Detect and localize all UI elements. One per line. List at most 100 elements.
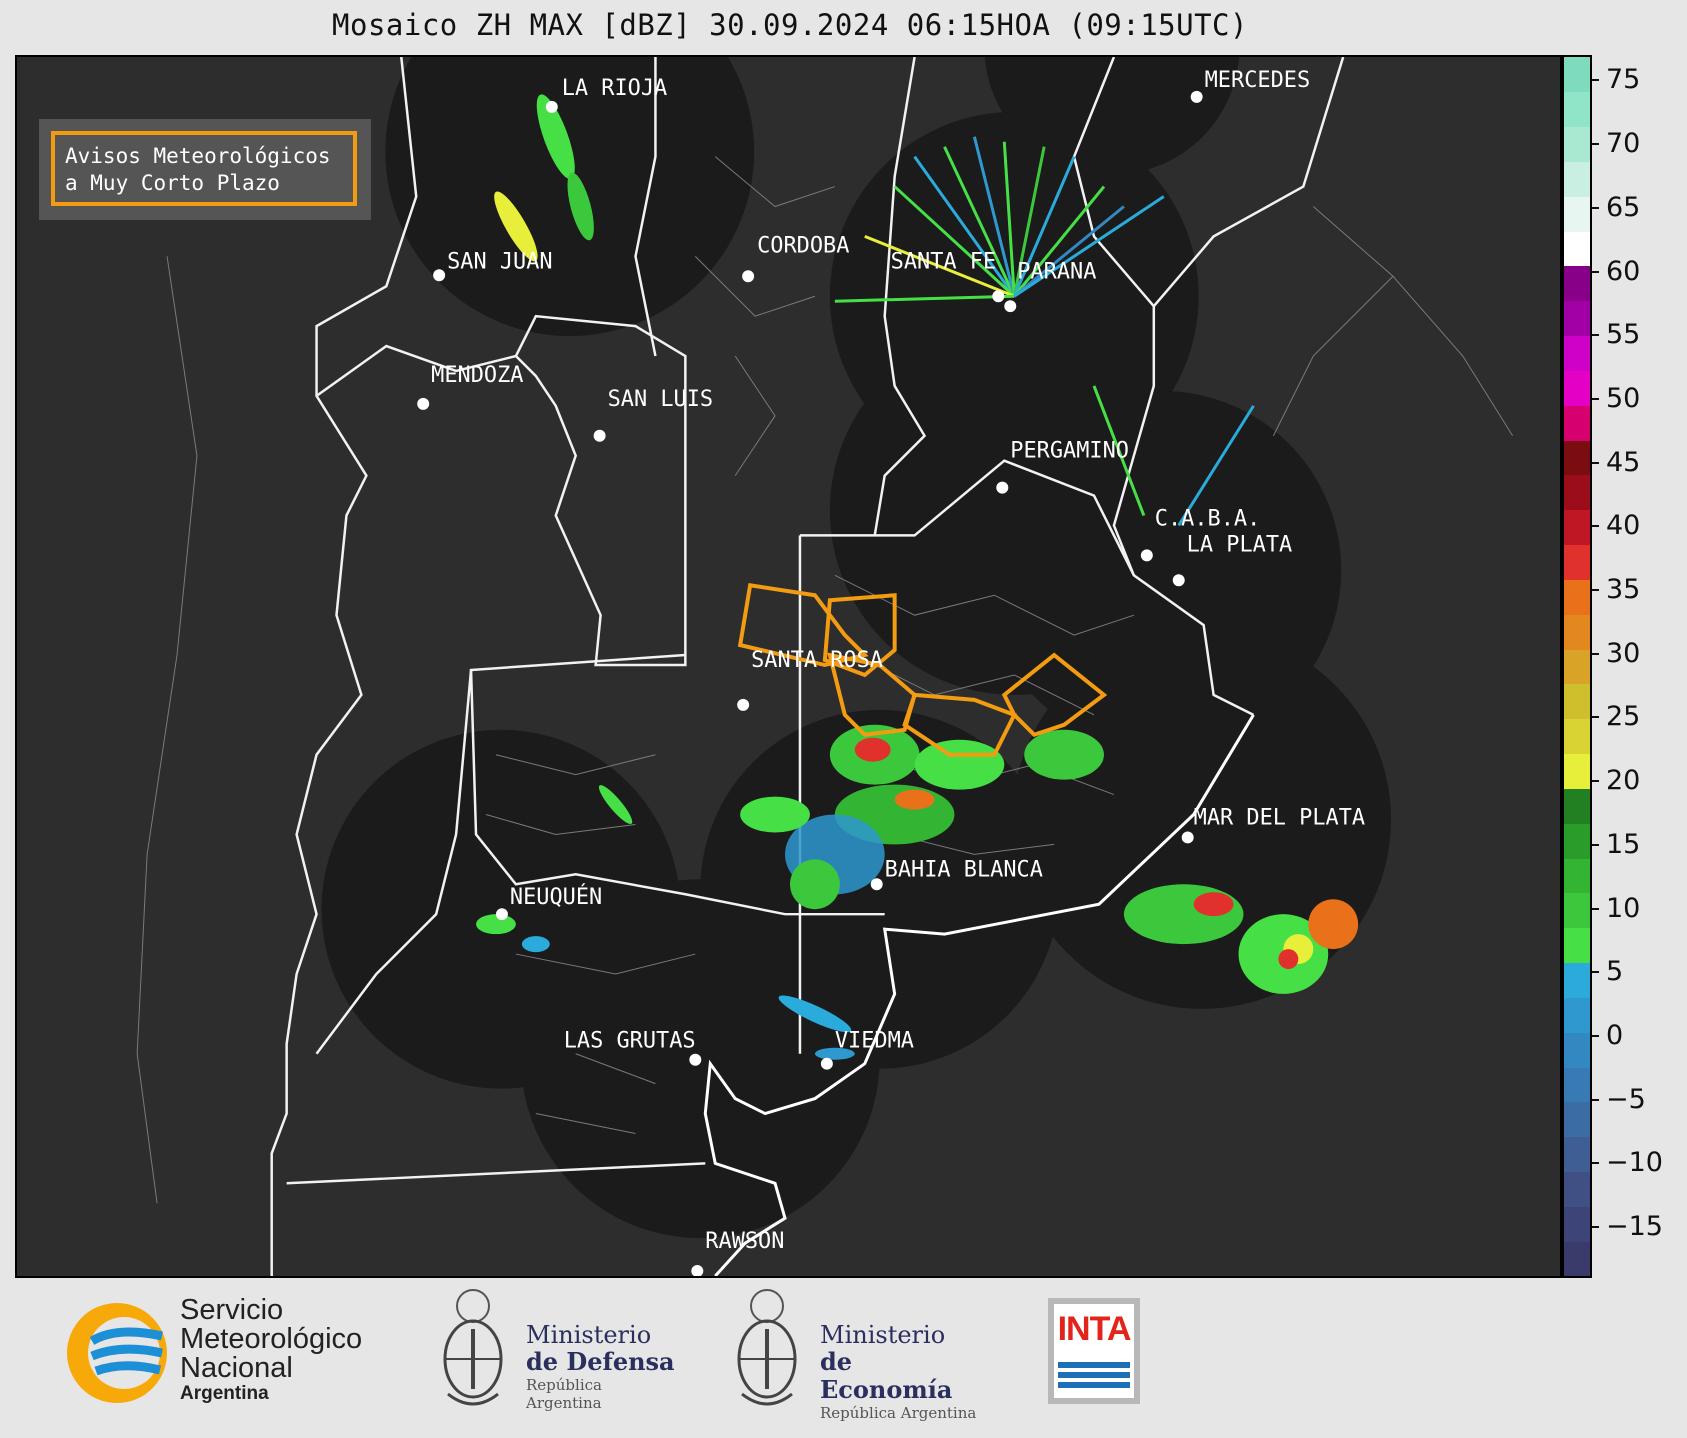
colorbar-ticks: 75 70 65 60 55 50 45 40 35 30 25 20 15 10 5 0 −5 −10 −15 <box>1592 55 1687 1278</box>
colorbar-tick: 20 <box>1592 766 1687 796</box>
colorbar-segment <box>1564 858 1590 894</box>
colorbar-segment <box>1564 579 1590 615</box>
colorbar-tick: 25 <box>1592 702 1687 732</box>
colorbar-segment <box>1564 405 1590 441</box>
colorbar-segment <box>1564 1206 1590 1242</box>
map-canvas: LA RIOJA MERCEDES SAN JUAN CORDOBA SANTA… <box>136 57 1514 1276</box>
svg-text:BAHIA BLANCA: BAHIA BLANCA <box>885 857 1043 882</box>
colorbar-segment <box>1564 509 1590 546</box>
svg-text:MAR DEL PLATA: MAR DEL PLATA <box>1194 805 1365 830</box>
svg-text:SANTA FE: SANTA FE <box>891 249 997 274</box>
svg-text:VIEDMA: VIEDMA <box>835 1029 914 1054</box>
legend-line-2: a Muy Corto Plazo <box>65 171 280 195</box>
colorbar-tick: 70 <box>1592 129 1687 159</box>
economia-line-3: República Argentina <box>820 1404 977 1422</box>
colorbar-tick: −15 <box>1592 1212 1687 1242</box>
smn-line-4: Argentina <box>180 1383 269 1404</box>
colorbar-segment <box>1564 927 1590 964</box>
warning-legend: Avisos Meteorológicos a Muy Corto Plazo <box>51 131 357 206</box>
colorbar-segment <box>1564 196 1590 232</box>
colorbar-segment <box>1564 683 1590 720</box>
colorbar-segment <box>1564 892 1590 929</box>
colorbar-segment <box>1564 1171 1590 1207</box>
economia-line-1: Ministerio <box>820 1321 946 1349</box>
svg-text:NEUQUÉN: NEUQUÉN <box>510 884 602 910</box>
svg-text:PERGAMINO: PERGAMINO <box>1010 439 1129 464</box>
city-mendoza: MENDOZA <box>417 363 524 410</box>
colorbar-segment <box>1564 1032 1590 1068</box>
city-rawson: RAWSON <box>691 1229 784 1276</box>
colorbar-segment <box>1564 126 1590 162</box>
svg-text:PARANA: PARANA <box>1017 259 1096 284</box>
colorbar-tick: 35 <box>1592 575 1687 605</box>
svg-text:LA RIOJA: LA RIOJA <box>562 76 668 101</box>
city-santa-rosa: SANTA ROSA <box>737 648 883 711</box>
colorbar-segment <box>1564 753 1590 789</box>
colorbar-segment <box>1564 57 1590 93</box>
smn-line-2: Meteorológico <box>180 1323 363 1355</box>
colorbar-segment <box>1564 440 1590 476</box>
colorbar-segment <box>1564 788 1590 824</box>
dbz-colorbar <box>1562 55 1592 1278</box>
colorbar-tick: 15 <box>1592 829 1687 860</box>
colorbar-tick: 50 <box>1592 383 1687 414</box>
defensa-line-2: de Defensa <box>526 1347 675 1376</box>
colorbar-tick: 65 <box>1592 192 1687 223</box>
warning-legend-box: Avisos Meteorológicos a Muy Corto Plazo <box>39 119 371 220</box>
colorbar-segment <box>1564 231 1590 267</box>
colorbar-segment <box>1564 718 1590 755</box>
colorbar-segment <box>1564 997 1590 1033</box>
colorbar-segment <box>1564 161 1590 197</box>
inta-logo: INTA <box>1048 1298 1140 1404</box>
svg-text:CORDOBA: CORDOBA <box>757 233 849 258</box>
defensa-line-3: República Argentina <box>526 1376 602 1412</box>
argentina-coat-of-arms-icon <box>737 1289 797 1406</box>
svg-text:LAS GRUTAS: LAS GRUTAS <box>564 1029 696 1054</box>
radar-map[interactable]: LA RIOJA MERCEDES SAN JUAN CORDOBA SANTA… <box>15 55 1562 1278</box>
colorbar-tick: 60 <box>1592 256 1687 287</box>
ministerio-economia-logo: Ministerio de Economía República Argenti… <box>732 1284 992 1424</box>
colorbar-segment <box>1564 1241 1590 1276</box>
colorbar-tick: 0 <box>1592 1020 1687 1051</box>
colorbar-tick: 75 <box>1592 65 1687 95</box>
colorbar-segment <box>1564 1136 1590 1172</box>
svg-text:RAWSON: RAWSON <box>705 1229 784 1254</box>
economia-line-2: de Economía <box>820 1347 953 1404</box>
colorbar-segment <box>1564 474 1590 511</box>
argentina-coat-of-arms-icon <box>443 1289 503 1406</box>
colorbar-tick: 10 <box>1592 893 1687 924</box>
svg-text:SAN JUAN: SAN JUAN <box>447 249 553 274</box>
colorbar-segment <box>1564 1067 1590 1103</box>
smn-line-1: Servicio <box>180 1294 284 1326</box>
colorbar-tick: 40 <box>1592 511 1687 541</box>
colorbar-tick: 45 <box>1592 447 1687 478</box>
colorbar-segment <box>1564 1101 1590 1138</box>
footer-logos: Servicio Meteorológico Nacional Argentin… <box>0 1278 1687 1438</box>
colorbar-tick: 30 <box>1592 638 1687 669</box>
inta-wordmark: INTA <box>1057 1310 1132 1348</box>
city-san-luis: SAN LUIS <box>593 387 714 442</box>
smn-logo: Servicio Meteorológico Nacional Argentin… <box>62 1296 382 1416</box>
legend-line-1: Avisos Meteorológicos <box>65 144 331 168</box>
colorbar-segment <box>1564 91 1590 128</box>
colorbar-tick: −10 <box>1592 1148 1687 1178</box>
smn-emblem-icon <box>67 1303 167 1403</box>
colorbar-tick: 55 <box>1592 320 1687 350</box>
colorbar-segment <box>1564 300 1590 337</box>
colorbar-segment <box>1564 370 1590 406</box>
svg-text:SANTA ROSA: SANTA ROSA <box>751 648 883 673</box>
map-title: Mosaico ZH MAX [dBZ] 30.09.2024 06:15HOA… <box>332 8 1248 42</box>
colorbar-segment <box>1564 335 1590 371</box>
colorbar-segment <box>1564 962 1590 998</box>
smn-line-3: Nacional <box>180 1352 293 1384</box>
svg-text:C.A.B.A.: C.A.B.A. <box>1155 506 1261 531</box>
svg-text:MENDOZA: MENDOZA <box>431 363 523 388</box>
colorbar-segment <box>1564 544 1590 580</box>
svg-text:MERCEDES: MERCEDES <box>1205 68 1311 93</box>
colorbar-segment <box>1564 823 1590 859</box>
ministerio-defensa-logo: Ministerio de Defensa República Argentin… <box>438 1284 678 1424</box>
colorbar-segment <box>1564 649 1590 685</box>
defensa-line-1: Ministerio <box>526 1321 652 1349</box>
colorbar-segment <box>1564 265 1590 302</box>
svg-text:SAN LUIS: SAN LUIS <box>608 387 714 412</box>
